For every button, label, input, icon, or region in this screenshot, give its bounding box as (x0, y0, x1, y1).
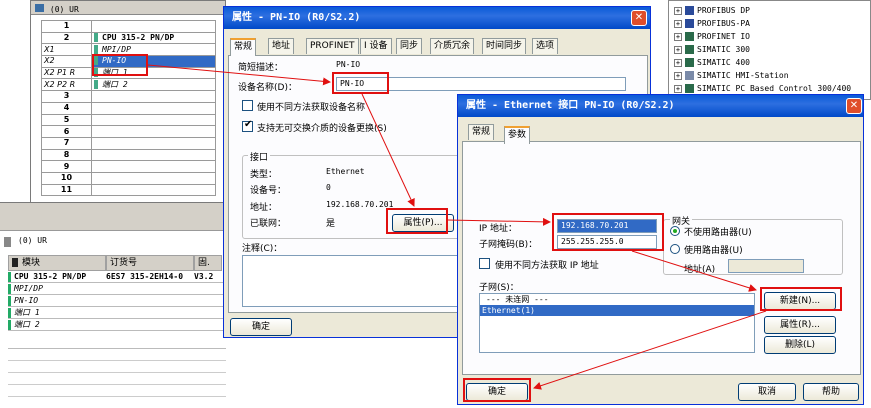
arrow-slot-to-name (147, 64, 331, 86)
annotation-arrows (147, 64, 767, 390)
arrow-properties-to-ip (447, 217, 551, 226)
arrow-ip-to-new (631, 250, 757, 292)
arrow-new-to-ok (533, 310, 767, 390)
arrow-name-to-properties (361, 93, 415, 207)
